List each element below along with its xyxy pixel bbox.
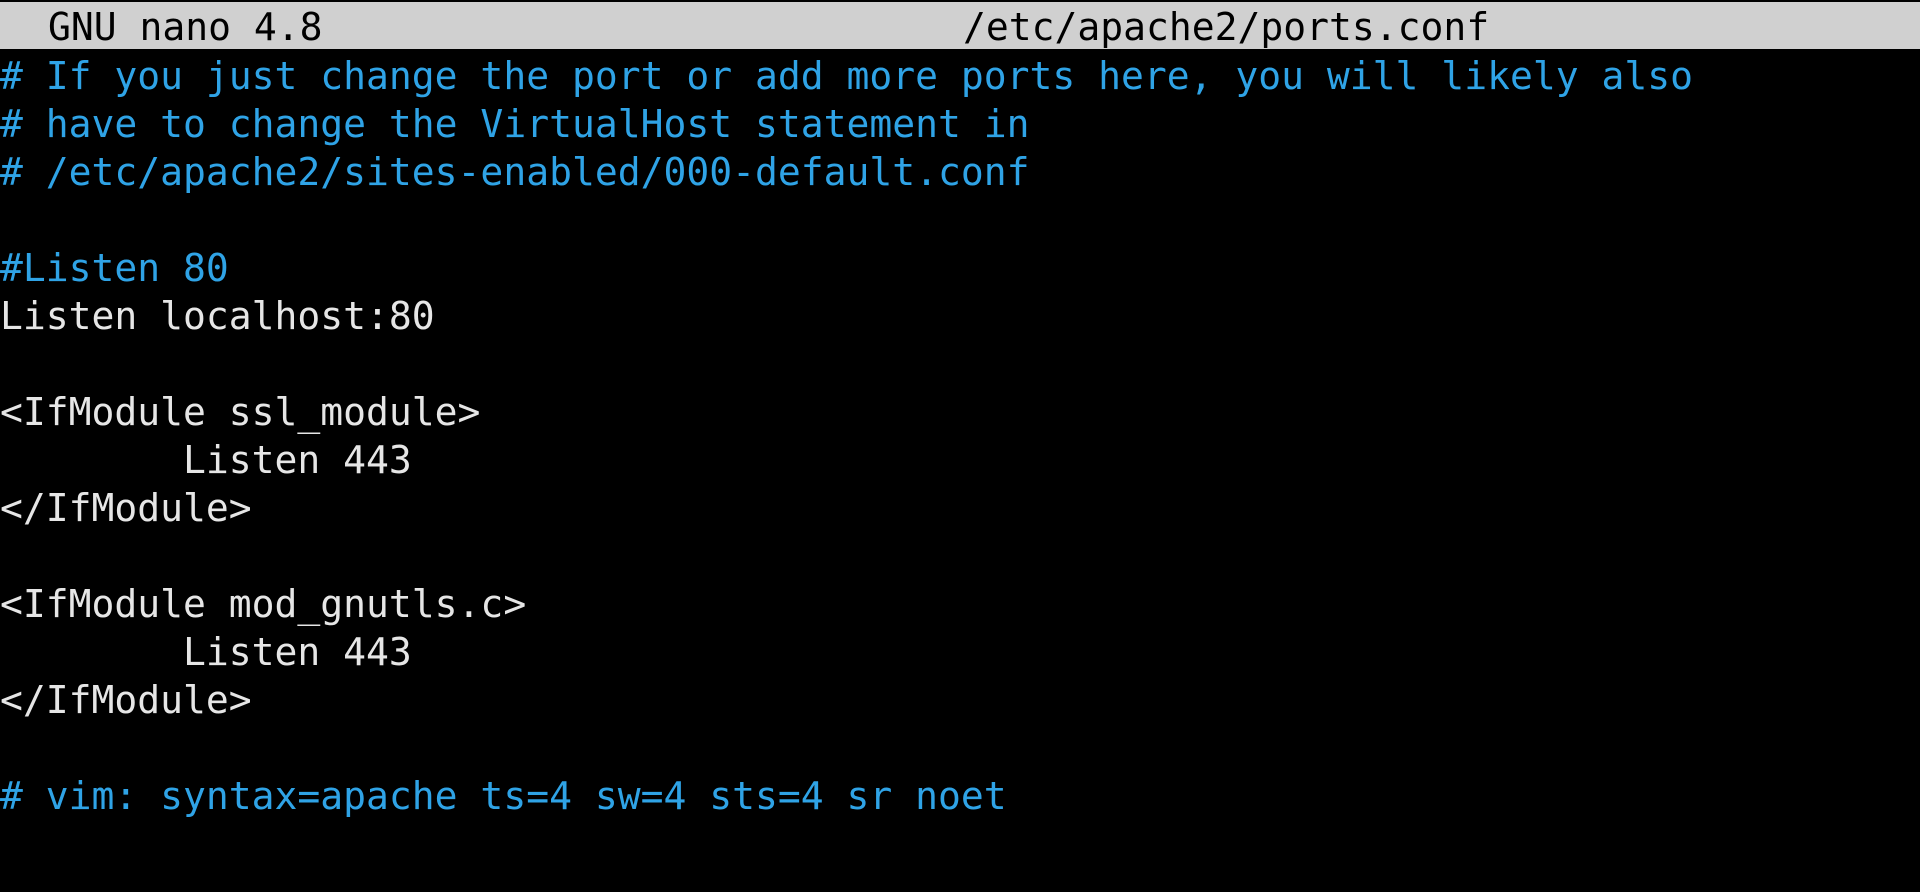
editor-line-8[interactable]: <IfModule ssl_module>	[0, 388, 1920, 436]
editor-line-10[interactable]: </IfModule>	[0, 484, 1920, 532]
editor-line-3[interactable]: # /etc/apache2/sites-enabled/000-default…	[0, 148, 1920, 196]
text-editing-area[interactable]: # If you just change the port or add mor…	[0, 52, 1920, 892]
editor-line-4[interactable]	[0, 196, 1920, 244]
nano-title-bar: GNU nano 4.8 /etc/apache2/ports.conf	[0, 2, 1920, 49]
editor-line-2[interactable]: # have to change the VirtualHost stateme…	[0, 100, 1920, 148]
editor-line-6[interactable]: Listen localhost:80	[0, 292, 1920, 340]
nano-editor-window: GNU nano 4.8 /etc/apache2/ports.conf # I…	[0, 0, 1920, 892]
editor-line-9[interactable]: Listen 443	[0, 436, 1920, 484]
file-path-label: /etc/apache2/ports.conf	[963, 5, 1490, 49]
editor-line-13[interactable]: Listen 443	[0, 628, 1920, 676]
editor-line-11[interactable]	[0, 532, 1920, 580]
editor-line-7[interactable]	[0, 340, 1920, 388]
editor-line-5[interactable]: #Listen 80	[0, 244, 1920, 292]
editor-line-12[interactable]: <IfModule mod_gnutls.c>	[0, 580, 1920, 628]
editor-line-1[interactable]: # If you just change the port or add mor…	[0, 52, 1920, 100]
editor-line-14[interactable]: </IfModule>	[0, 676, 1920, 724]
editor-line-16[interactable]: # vim: syntax=apache ts=4 sw=4 sts=4 sr …	[0, 772, 1920, 820]
app-version-label: GNU nano 4.8	[48, 5, 323, 49]
editor-line-15[interactable]	[0, 724, 1920, 772]
